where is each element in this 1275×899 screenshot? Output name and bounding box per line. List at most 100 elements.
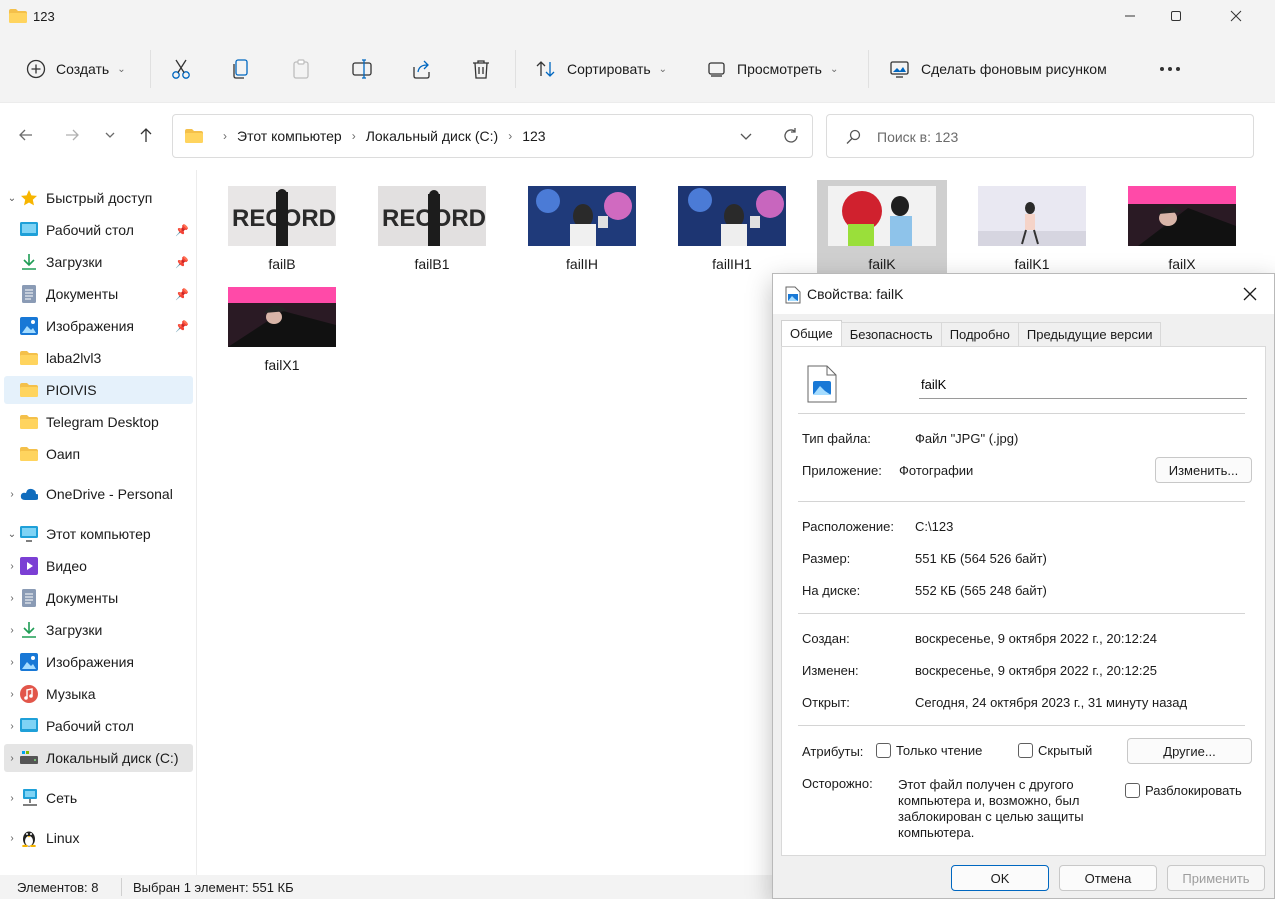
set-wallpaper-label: Сделать фоновым рисунком [921, 61, 1107, 77]
pin-icon: 📌 [175, 320, 189, 333]
file-item-failIH1[interactable]: failIH1 [667, 180, 797, 280]
chevron-right-icon[interactable]: › [4, 833, 20, 844]
music-icon [20, 685, 38, 703]
chevron-right-icon[interactable]: › [4, 657, 20, 668]
modified-label: Изменен: [802, 663, 859, 678]
delete-button[interactable] [471, 44, 491, 94]
unblock-checkbox[interactable]: Разблокировать [1125, 783, 1242, 798]
close-button[interactable] [1213, 0, 1259, 32]
copy-button[interactable] [231, 44, 251, 94]
sidebar-item-pc-desktop[interactable]: › Рабочий стол [4, 712, 193, 740]
forward-button[interactable] [60, 123, 84, 147]
file-item-failX[interactable]: failX [1117, 180, 1247, 280]
computer-icon [20, 525, 38, 543]
dialog-close-button[interactable] [1238, 282, 1262, 306]
tab-details[interactable]: Подробно [940, 322, 1019, 346]
chevron-right-icon[interactable]: › [4, 689, 20, 700]
read-only-checkbox[interactable]: Только чтение [876, 743, 982, 758]
sidebar-label: PIOIVIS [46, 382, 97, 398]
rename-button[interactable] [351, 44, 373, 94]
chevron-down-icon[interactable]: ⌄ [4, 193, 20, 204]
sidebar-item-desktop[interactable]: Рабочий стол 📌 [4, 216, 193, 244]
toolbar-divider [150, 50, 151, 88]
sort-button[interactable]: Сортировать ⌄ [535, 44, 667, 94]
up-button[interactable] [134, 123, 158, 147]
file-item-failK[interactable]: failK [817, 180, 947, 280]
tab-previous-versions[interactable]: Предыдущие версии [1017, 322, 1162, 346]
file-item-failB[interactable]: RECORD failB [217, 180, 347, 280]
file-item-failK1[interactable]: failK1 [967, 180, 1097, 280]
sidebar-item-onedrive[interactable]: › OneDrive - Personal [4, 480, 193, 508]
search-input[interactable]: Поиск в: 123 [826, 114, 1254, 158]
sidebar-item-documents[interactable]: Документы 📌 [4, 280, 193, 308]
chevron-right-icon[interactable]: › [4, 753, 20, 764]
hidden-checkbox[interactable]: Скрытый [1018, 743, 1092, 758]
sidebar-item-linux[interactable]: › Linux [4, 824, 193, 852]
paste-button[interactable] [291, 44, 311, 94]
refresh-icon[interactable] [782, 127, 800, 145]
chevron-right-icon[interactable]: › [4, 561, 20, 572]
file-name-field[interactable] [919, 371, 1247, 399]
tab-security[interactable]: Безопасность [840, 322, 942, 346]
sidebar-item-downloads[interactable]: Загрузки 📌 [4, 248, 193, 276]
sidebar-item-this-pc[interactable]: ⌄ Этот компьютер [4, 520, 193, 548]
sidebar-item-videos[interactable]: › Видео [4, 552, 193, 580]
image-thumbnail [678, 186, 786, 246]
sidebar-item-pc-documents[interactable]: › Документы [4, 584, 193, 612]
sidebar-item-oaip[interactable]: Оаип [4, 440, 193, 468]
sidebar-item-laba2lvl3[interactable]: laba2lvl3 [4, 344, 193, 372]
download-icon [20, 621, 38, 639]
sidebar-item-pictures[interactable]: Изображения 📌 [4, 312, 193, 340]
plus-circle-icon [26, 59, 46, 79]
sidebar-item-pc-downloads[interactable]: › Загрузки [4, 616, 193, 644]
apply-button[interactable]: Применить [1167, 865, 1265, 891]
size-label: Размер: [802, 551, 851, 566]
chevron-right-icon[interactable]: › [4, 489, 20, 500]
address-history-chevron-icon[interactable] [739, 130, 753, 144]
set-wallpaper-button[interactable]: Сделать фоновым рисунком [889, 44, 1107, 94]
file-name: failB [268, 256, 296, 272]
file-item-failB1[interactable]: RECORD failB1 [367, 180, 497, 280]
chevron-right-icon: › [508, 129, 513, 143]
change-button[interactable]: Изменить... [1155, 457, 1252, 483]
cancel-button[interactable]: Отмена [1059, 865, 1157, 891]
sidebar-item-telegram-desktop[interactable]: Telegram Desktop [4, 408, 193, 436]
chevron-down-icon: ⌄ [658, 63, 668, 75]
sort-label: Сортировать [567, 61, 651, 77]
ok-button[interactable]: OK [951, 865, 1049, 891]
maximize-button[interactable] [1153, 0, 1199, 32]
sidebar-item-local-disk[interactable]: › Локальный диск (C:) [4, 744, 193, 772]
chevron-right-icon[interactable]: › [4, 625, 20, 636]
more-options-button[interactable] [1159, 44, 1181, 94]
chevron-down-icon[interactable]: ⌄ [4, 529, 20, 540]
pin-icon: 📌 [175, 256, 189, 269]
file-item-failX1[interactable]: failX1 [217, 281, 347, 381]
chevron-right-icon[interactable]: › [4, 721, 20, 732]
sidebar-item-music[interactable]: › Музыка [4, 680, 193, 708]
back-button[interactable] [14, 123, 38, 147]
navigation-pane: ⌄ Быстрый доступ Рабочий стол 📌 Загрузки… [0, 170, 196, 875]
tab-general[interactable]: Общие [781, 320, 842, 346]
file-item-failIH[interactable]: failIH [517, 180, 647, 280]
minimize-button[interactable] [1107, 0, 1153, 32]
file-name: failK1 [1014, 256, 1050, 272]
dialog-title: Свойства: failK [807, 286, 904, 302]
breadcrumb-item-local-disk[interactable]: Локальный диск (C:) [366, 128, 499, 144]
sidebar-item-pc-pictures[interactable]: › Изображения [4, 648, 193, 676]
share-button[interactable] [411, 44, 433, 94]
breadcrumb-item-this-pc[interactable]: Этот компьютер [237, 128, 342, 144]
create-button[interactable]: Создать ⌄ [26, 44, 126, 94]
document-icon [20, 589, 38, 607]
advanced-button[interactable]: Другие... [1127, 738, 1252, 764]
chevron-right-icon[interactable]: › [4, 593, 20, 604]
sidebar-item-quick-access[interactable]: ⌄ Быстрый доступ [4, 184, 193, 212]
breadcrumb-item-123[interactable]: 123 [522, 128, 545, 144]
chevron-right-icon[interactable]: › [4, 793, 20, 804]
recent-locations-button[interactable] [98, 123, 122, 147]
address-bar[interactable]: › Этот компьютер › Локальный диск (C:) ›… [172, 114, 813, 158]
cut-button[interactable] [171, 44, 191, 94]
image-thumbnail: RECORD [378, 186, 486, 246]
sidebar-item-network[interactable]: › Сеть [4, 784, 193, 812]
view-button[interactable]: Просмотреть ⌄ [707, 44, 838, 94]
sidebar-item-pioivis[interactable]: PIOIVIS [4, 376, 193, 404]
